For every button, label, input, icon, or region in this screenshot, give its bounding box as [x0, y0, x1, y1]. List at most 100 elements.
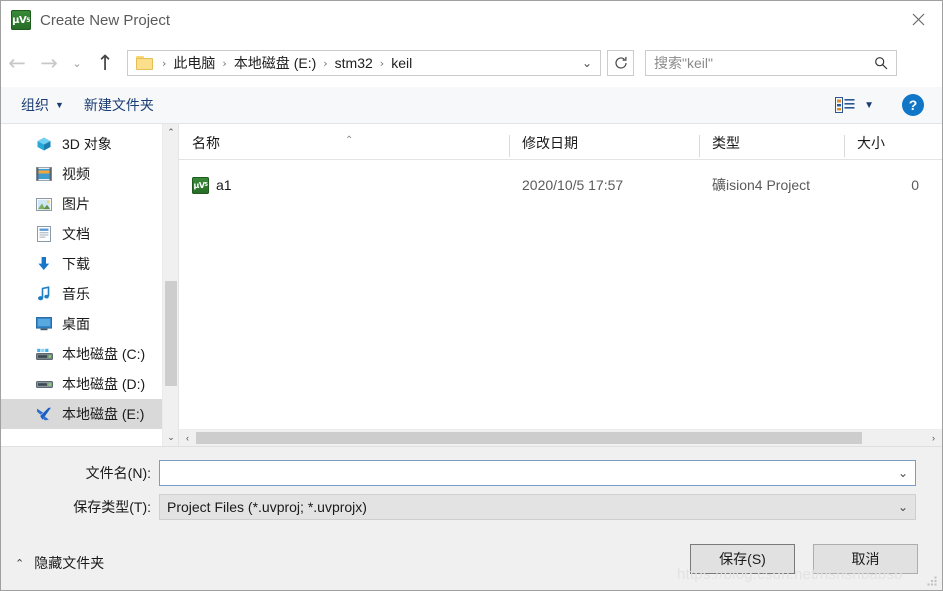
documents-icon — [35, 225, 53, 243]
sidebar-item-3d-objects[interactable]: 3D 对象 — [1, 129, 178, 159]
folder-tree: 3D 对象 视频 图片 文档 下载 音乐 桌面 本地磁盘 (C:) 本地磁盘 (… — [1, 124, 178, 429]
table-row[interactable]: µV 5 a1 2020/10/5 17:57 礦ision4 Project 0 — [179, 170, 942, 200]
column-label: 修改日期 — [522, 135, 578, 151]
create-new-project-dialog: µV 5 Create New Project ← → ⌄ ↑ › 此电脑 › … — [0, 0, 943, 591]
chevron-down-icon[interactable]: ⌄ — [891, 461, 915, 485]
sidebar-item-videos[interactable]: 视频 — [1, 159, 178, 189]
view-mode-dropdown-icon[interactable]: ▼ — [864, 100, 874, 111]
command-toolbar: 组织 ▼ 新建文件夹 ▼ ? — [1, 87, 942, 124]
scroll-up-icon[interactable]: ⌃ — [163, 124, 178, 141]
cancel-label: 取消 — [851, 551, 880, 567]
keil-uvision-icon: µV 5 — [11, 10, 31, 30]
breadcrumb-item-0[interactable]: 此电脑 — [171, 53, 217, 73]
sidebar-item-label: 本地磁盘 (C:) — [62, 346, 146, 362]
filelist-horizontal-scrollbar[interactable]: ‹ › — [179, 429, 942, 446]
breadcrumb-item-3[interactable]: keil — [389, 55, 414, 71]
breadcrumb-item-2[interactable]: stm32 — [333, 55, 375, 71]
scrollbar-thumb[interactable] — [196, 432, 862, 444]
sidebar-item-label: 3D 对象 — [62, 136, 112, 152]
search-placeholder: 搜索"keil" — [654, 55, 713, 71]
title-bar: µV 5 Create New Project — [1, 1, 942, 39]
3d-objects-icon — [35, 135, 53, 153]
sidebar-item-downloads[interactable]: 下载 — [1, 249, 178, 279]
file-name-label: a1 — [216, 177, 232, 193]
sidebar-item-music[interactable]: 音乐 — [1, 279, 178, 309]
sidebar-item-pictures[interactable]: 图片 — [1, 189, 178, 219]
toolbar-right-group: ▼ ? — [835, 94, 942, 116]
save-form: 文件名(N): ⌄ 保存类型(T): Project Files (*.uvpr… — [1, 446, 942, 590]
column-header-name[interactable]: 名称 ⌃ — [179, 133, 509, 159]
sidebar-item-label: 本地磁盘 (D:) — [62, 376, 146, 392]
sidebar-item-label: 本地磁盘 (E:) — [62, 406, 145, 422]
save-label: 保存(S) — [719, 551, 766, 567]
breadcrumb-separator: › — [162, 56, 167, 70]
address-dropdown-icon[interactable]: ⌄ — [574, 51, 600, 75]
column-header-size[interactable]: 大小 — [844, 133, 924, 159]
column-label: 大小 — [857, 135, 885, 151]
address-bar[interactable]: › 此电脑 › 本地磁盘 (E:) › stm32 › keil ⌄ — [127, 50, 601, 76]
organize-button[interactable]: 组织 ▼ — [21, 95, 64, 115]
column-label: 名称 — [192, 135, 220, 151]
scrollbar-thumb[interactable] — [165, 281, 177, 386]
network-drive-icon — [35, 405, 53, 423]
chevron-down-icon[interactable]: ⌄ — [891, 495, 915, 519]
arrow-up-icon: ↑ — [96, 50, 114, 75]
downloads-icon — [35, 255, 53, 273]
filename-label: 文件名(N): — [85, 465, 151, 481]
breadcrumb-item-1[interactable]: 本地磁盘 (E:) — [232, 53, 318, 73]
sidebar-item-desktop[interactable]: 桌面 — [1, 309, 178, 339]
music-icon — [35, 285, 53, 303]
sidebar-item-label: 下载 — [62, 256, 90, 272]
file-date-cell: 2020/10/5 17:57 — [522, 177, 624, 193]
hide-folders-toggle[interactable]: ⌃ 隐藏文件夹 — [15, 553, 104, 573]
file-type-cell: 礦ision4 Project — [712, 177, 811, 193]
sidebar-item-label: 视频 — [62, 166, 90, 182]
close-icon[interactable] — [895, 1, 942, 38]
organize-label: 组织 — [21, 97, 49, 113]
help-button[interactable]: ? — [902, 94, 924, 116]
file-name-cell[interactable]: µV 5 a1 — [179, 176, 509, 194]
navigation-pane: 3D 对象 视频 图片 文档 下载 音乐 桌面 本地磁盘 (C:) 本地磁盘 (… — [1, 124, 179, 446]
file-list-pane: 名称 ⌃ 修改日期 类型 大小 µV 5 a1 2020/10/5 17:57 … — [179, 124, 942, 446]
breadcrumb-separator: › — [323, 56, 328, 70]
sidebar-item-documents[interactable]: 文档 — [1, 219, 178, 249]
pictures-icon — [35, 195, 53, 213]
filename-input[interactable]: ⌄ — [159, 460, 916, 486]
up-button[interactable]: ↑ — [89, 47, 121, 79]
filename-row: 文件名(N): ⌄ — [15, 460, 920, 486]
search-input[interactable]: 搜索"keil" — [645, 50, 897, 76]
file-size-cell: 0 — [911, 177, 919, 193]
column-header-date[interactable]: 修改日期 — [509, 133, 699, 159]
scroll-left-icon[interactable]: ‹ — [179, 430, 196, 446]
new-folder-button[interactable]: 新建文件夹 — [84, 95, 154, 115]
hide-folders-label: 隐藏文件夹 — [34, 555, 105, 571]
back-icon: ← — [8, 50, 26, 75]
resize-grip-icon[interactable] — [926, 575, 938, 587]
sidebar-vertical-scrollbar[interactable]: ⌃ ⌄ — [162, 124, 178, 446]
scroll-down-icon[interactable]: ⌄ — [163, 429, 178, 446]
column-header-type[interactable]: 类型 — [699, 133, 844, 159]
sidebar-item-label: 文档 — [62, 226, 90, 242]
sidebar-item-local-disk-d[interactable]: 本地磁盘 (D:) — [1, 369, 178, 399]
forward-button[interactable]: → — [33, 47, 65, 79]
view-mode-icon[interactable] — [835, 97, 855, 113]
filetype-select[interactable]: Project Files (*.uvproj; *.uvprojx) ⌄ — [159, 494, 916, 520]
save-button[interactable]: 保存(S) — [690, 544, 795, 574]
back-button[interactable]: ← — [1, 47, 33, 79]
drive-icon — [35, 375, 53, 393]
sort-ascending-icon: ⌃ — [345, 135, 354, 146]
cancel-button[interactable]: 取消 — [813, 544, 918, 574]
desktop-icon — [35, 315, 53, 333]
chevron-up-icon: ⌃ — [15, 557, 25, 570]
sidebar-item-local-disk-c[interactable]: 本地磁盘 (C:) — [1, 339, 178, 369]
folder-icon — [136, 55, 154, 71]
sidebar-item-label: 图片 — [62, 196, 90, 212]
help-label: ? — [908, 97, 918, 113]
sidebar-item-local-disk-e[interactable]: 本地磁盘 (E:) — [1, 399, 178, 429]
refresh-button[interactable] — [607, 50, 634, 76]
recent-locations-button[interactable]: ⌄ — [65, 47, 89, 79]
filetype-value: Project Files (*.uvproj; *.uvprojx) — [167, 499, 367, 515]
scroll-right-icon[interactable]: › — [925, 430, 942, 446]
chevron-down-icon: ⌄ — [72, 56, 82, 70]
breadcrumb-separator: › — [379, 56, 385, 70]
